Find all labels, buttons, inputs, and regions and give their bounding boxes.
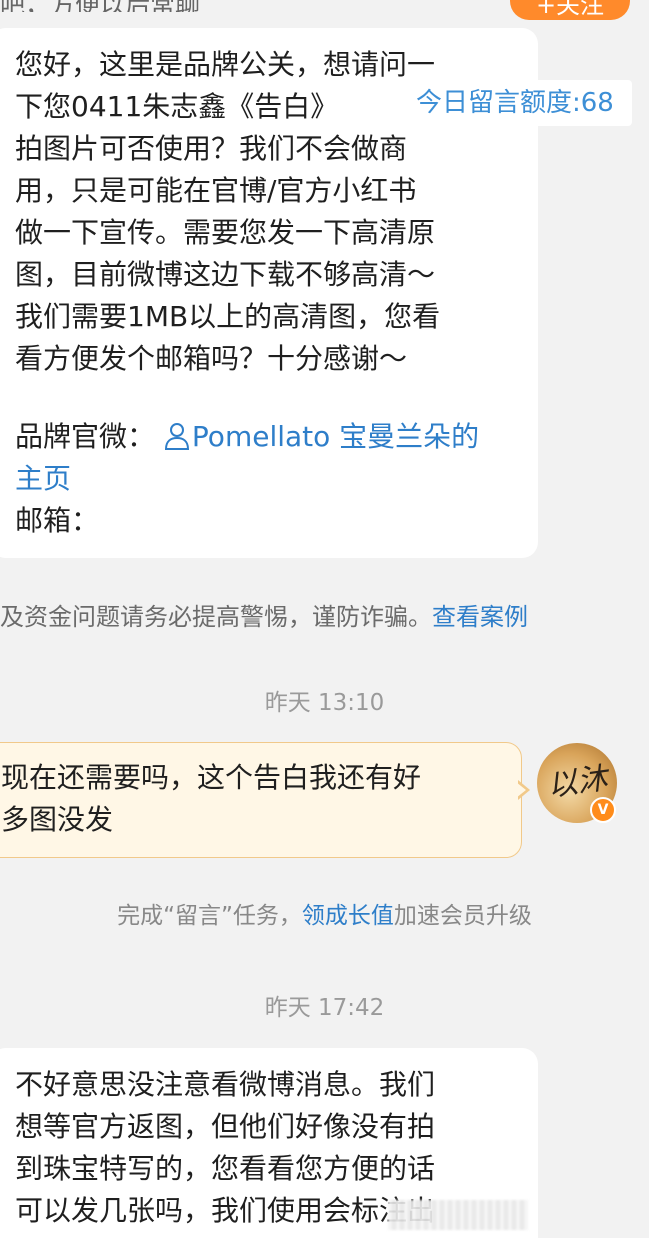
message-line: 用，只是可能在官博/官方小红书 [15,174,417,207]
task-notice: 完成“留言”任务，领成长值加速会员升级 [0,896,649,930]
notice-text: 及资金问题请务必提高警惕，谨防诈骗。 [0,603,432,631]
follow-button[interactable]: +关注 [510,0,630,20]
quota-badge: 今日留言额度:68 [396,80,632,126]
brand-link-text: Pomellato 宝曼兰朵的 [191,420,480,453]
message-line: 我们需要1MB以上的高清图，您看 [15,300,441,333]
message-line: 看方便发个邮箱吗？十分感谢～ [15,342,408,375]
message-line: 做一下宣传。需要您发一下高清原 [15,216,436,249]
task-prefix: 完成“留言”任务， [117,903,302,929]
email-label: 邮箱： [15,504,100,537]
message-text: 现在还需要吗，这个告白我还有好 多图没发 [1,757,501,841]
outgoing-message-bubble: 现在还需要吗，这个告白我还有好 多图没发 [0,742,522,858]
task-suffix: 加速会员升级 [393,903,532,929]
blurred-watermark [388,1200,528,1230]
header-partial-text: 吧，方便以后常聊 [0,0,520,12]
message-line: 多图没发 [1,803,114,836]
message-line: 到珠宝特写的，您看看您方便的话 [15,1152,436,1185]
bubble-tail-inner [516,782,526,798]
timestamp: 昨天 13:10 [264,690,385,716]
safety-notice: 及资金问题请务必提高警惕，谨防诈骗。查看案例 [0,597,528,632]
view-cases-link[interactable]: 查看案例 [432,603,528,631]
brand-link-text-2[interactable]: 主页 [15,458,71,500]
brand-label: 品牌官微： [15,420,156,453]
growth-value-link[interactable]: 领成长值 [302,903,394,929]
message-line: 出处 [15,1232,525,1238]
brand-homepage-link[interactable]: Pomellato 宝曼兰朵的 [164,420,479,453]
message-line: 图，目前微博这边下载不够高清～ [15,258,436,291]
message-line: 想等官方返图，但他们好像没有拍 [15,1110,436,1143]
brand-line: 品牌官微： Pomellato 宝曼兰朵的 [15,416,479,458]
message-line: 拍图片可否使用？我们不会做商 [15,132,408,165]
timestamp: 昨天 17:42 [264,995,385,1021]
verified-badge-icon: V [590,797,616,823]
message-line: 现在还需要吗，这个告白我还有好 [1,761,422,794]
person-icon [164,423,189,450]
message-line: 不好意思没注意看微博消息。我们 [15,1068,436,1101]
